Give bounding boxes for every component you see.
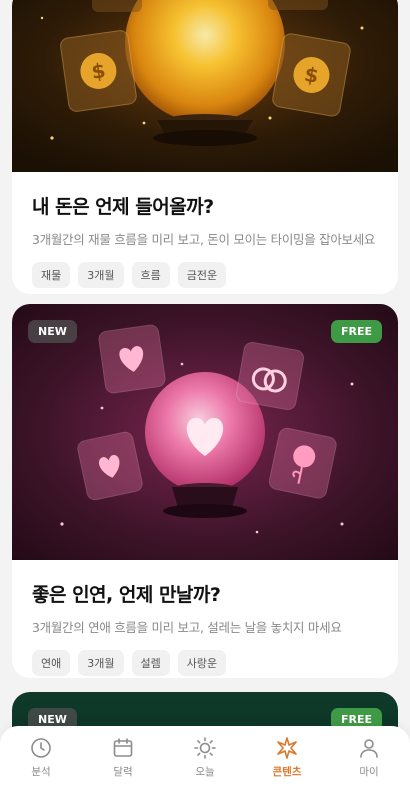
card-title: 좋은 인연, 언제 만날까? — [32, 584, 221, 606]
tab-label: 달력 — [113, 766, 133, 778]
bottom-tab-bar: 분석 달력 오늘 콘텐츠 마이 — [0, 726, 410, 800]
calendar-icon — [113, 738, 133, 757]
tag: 금전운 — [177, 262, 227, 288]
card-description: 3개월간의 연애 흐름을 미리 보고, 설레는 날을 놓치지 마세요 — [32, 620, 342, 635]
tab-label: 분석 — [31, 766, 51, 778]
tag-list: 재물 3개월 흐름 금전운 — [32, 262, 378, 288]
tab-today[interactable]: 오늘 — [170, 736, 240, 779]
tab-my[interactable]: 마이 — [334, 736, 404, 779]
card-title: 내 돈은 언제 들어올까? — [32, 196, 214, 218]
tag: 3개월 — [78, 650, 124, 676]
content-card-love[interactable]: NEW FREE 좋은 인연, 언제 만날까? 3개월간의 연애 흐름을 미리 … — [12, 304, 398, 678]
tab-label: 오늘 — [195, 766, 215, 778]
tag: 재물 — [32, 262, 71, 288]
tab-contents[interactable]: 콘텐츠 — [252, 736, 322, 779]
tag: 연애 — [32, 650, 71, 676]
tab-label: 콘텐츠 — [272, 766, 302, 778]
content-card-money[interactable]: $ $ 내 돈은 언제 들어올까? 3개월간의 재물 흐름을 미리 보고, 돈이… — [12, 0, 398, 294]
tag: 흐름 — [131, 262, 170, 288]
free-badge: FREE — [330, 320, 382, 343]
money-card-image: $ $ — [12, 0, 398, 172]
tag: 3개월 — [78, 262, 124, 288]
sparkle-icon — [277, 737, 297, 759]
card-description: 3개월간의 재물 흐름을 미리 보고, 돈이 모이는 타이밍을 잡아보세요 — [32, 232, 376, 247]
person-icon — [360, 739, 378, 758]
tag-list: 연애 3개월 설렘 사랑운 — [32, 650, 378, 676]
sun-icon — [194, 737, 216, 759]
love-card-image: NEW FREE — [12, 304, 398, 560]
tag: 사랑운 — [177, 650, 227, 676]
tab-analysis[interactable]: 분석 — [6, 736, 76, 779]
tab-label: 마이 — [359, 766, 379, 778]
clock-icon — [31, 738, 51, 758]
tag: 설렘 — [131, 650, 170, 676]
tab-calendar[interactable]: 달력 — [88, 736, 158, 779]
new-badge: NEW — [28, 320, 77, 343]
